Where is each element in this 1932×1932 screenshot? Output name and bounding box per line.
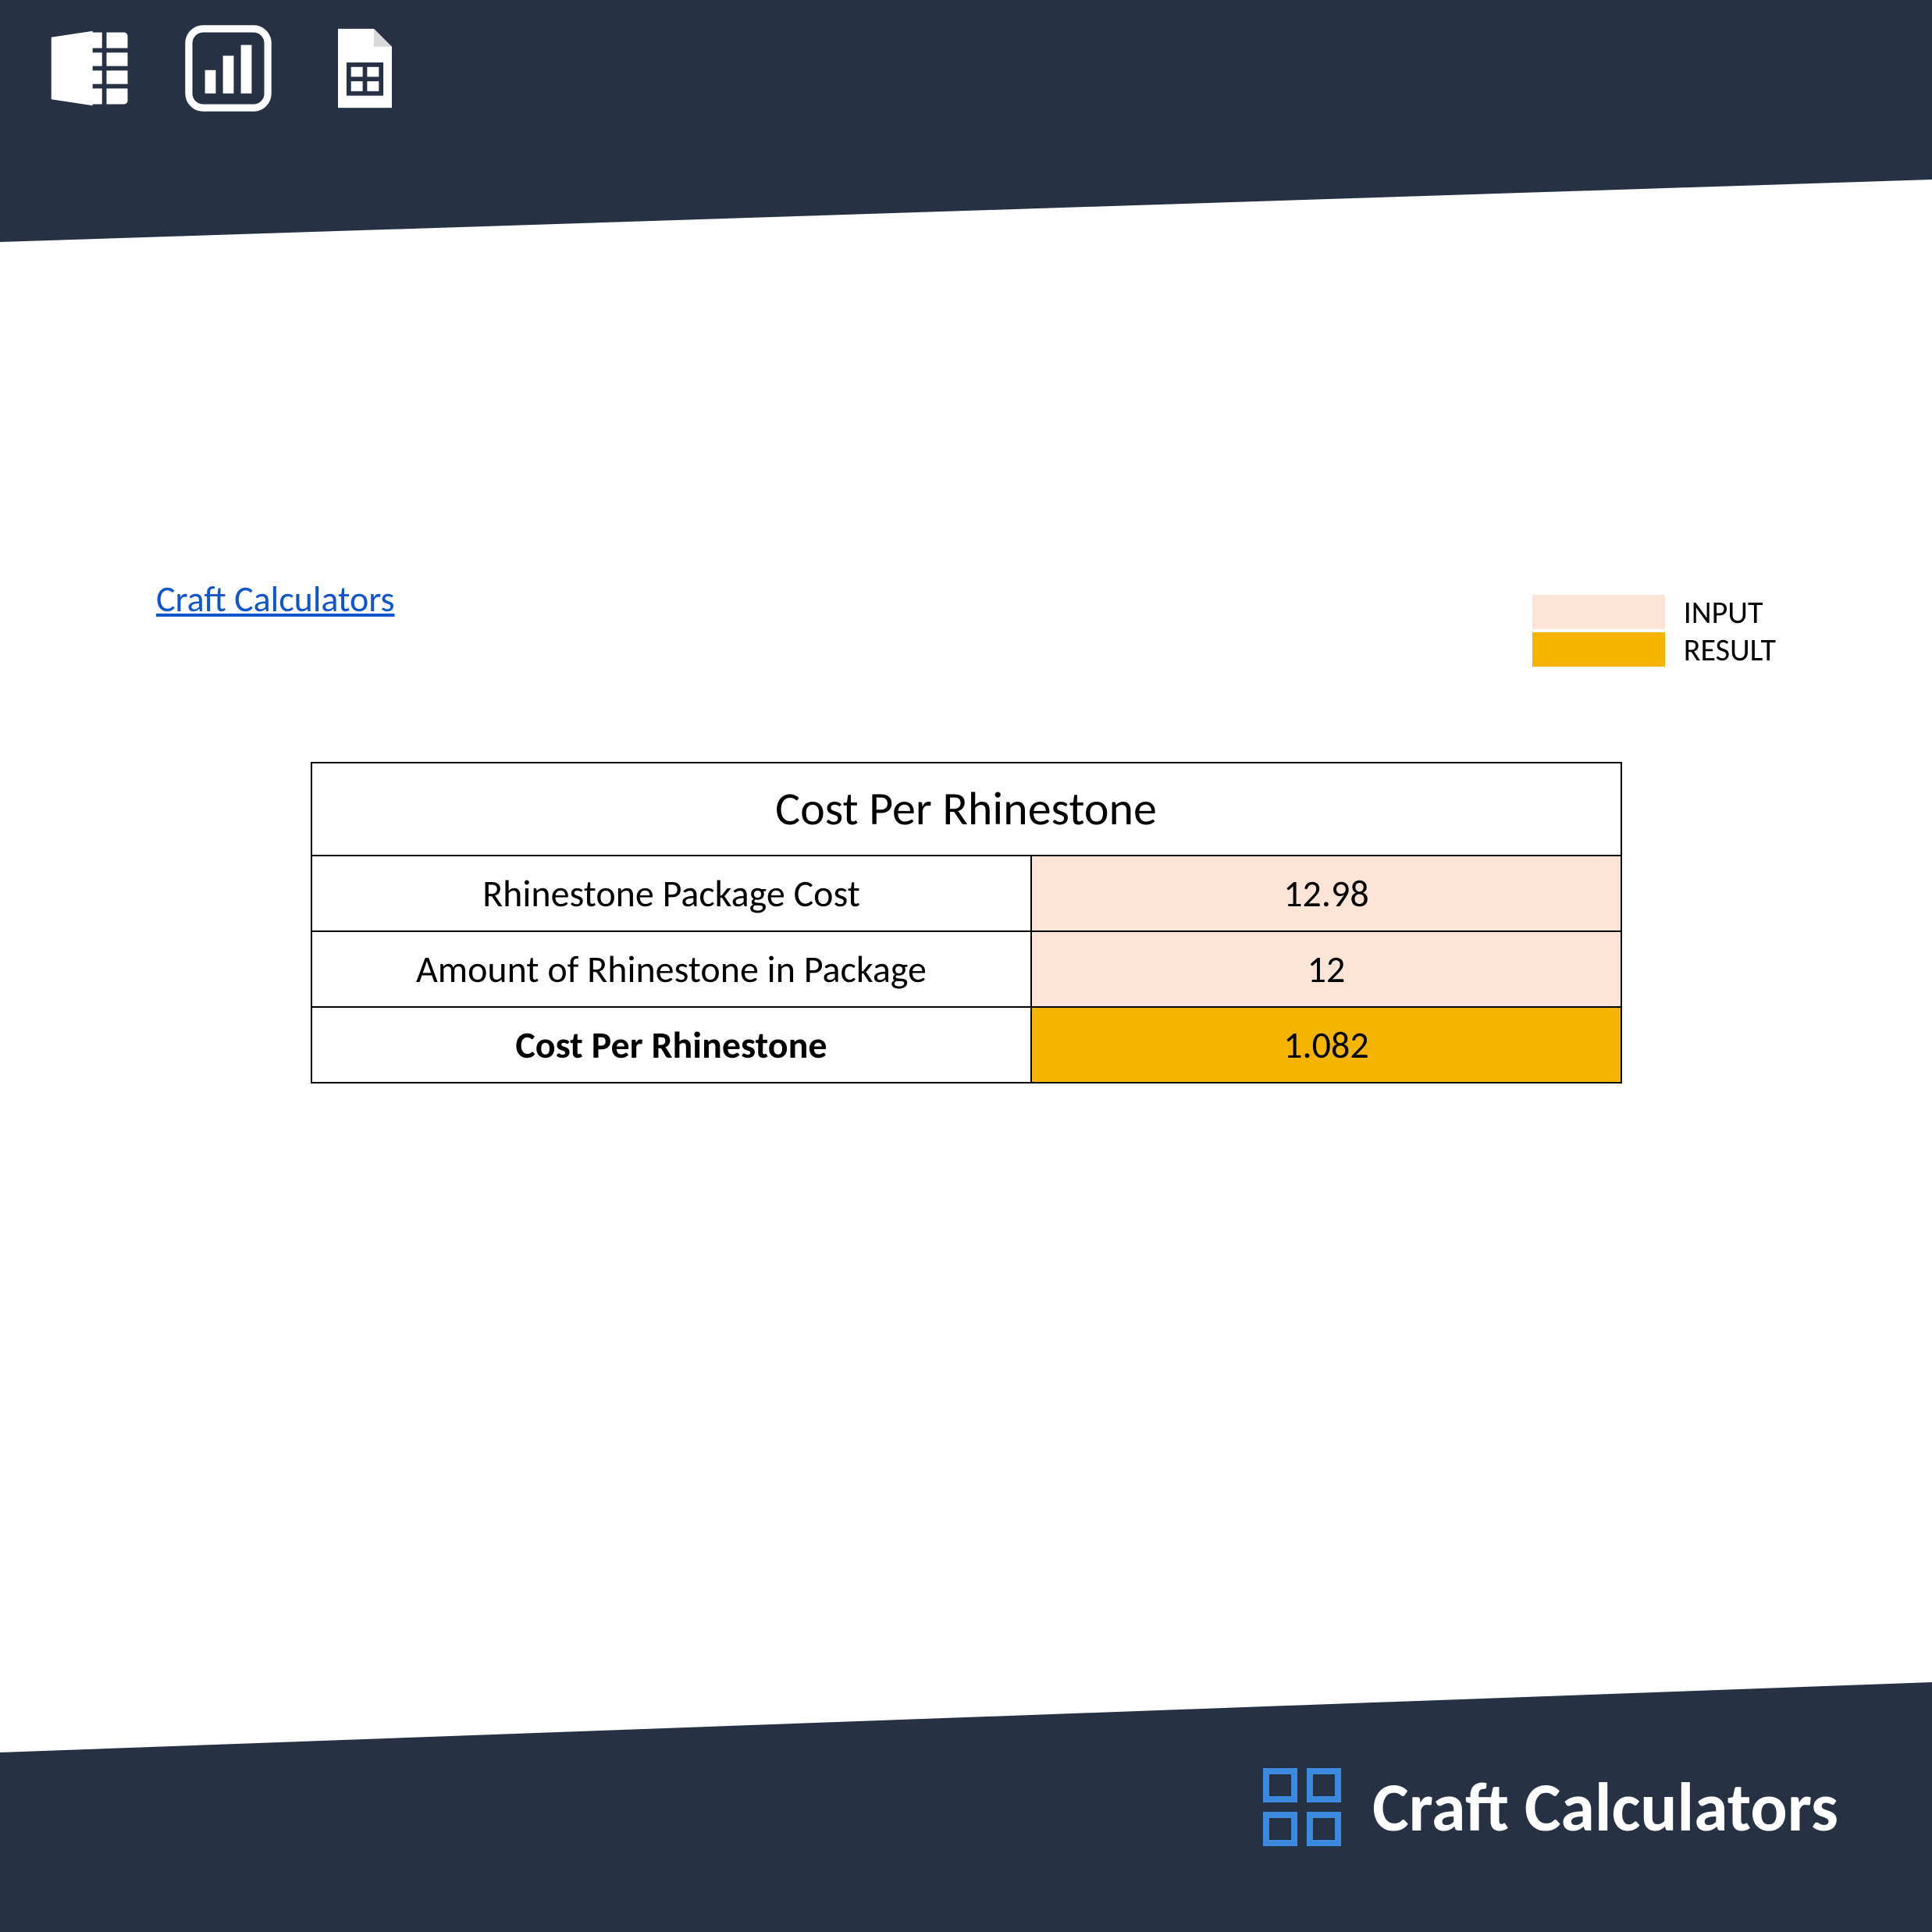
row-label: Rhinestone Package Cost [311,856,1032,931]
table-row: Rhinestone Package Cost 12.98 [311,856,1621,931]
legend-row-input: INPUT [1532,593,1776,631]
swatch-result [1532,632,1665,667]
swatch-input [1532,595,1665,629]
table-title: Cost Per Rhinestone [311,763,1621,856]
legend-label-result: RESULT [1684,631,1776,669]
document-body: Craft Calculators INPUT RESULT Cost Per … [0,242,1932,1083]
cost-per-rhinestone-table: Cost Per Rhinestone Rhinestone Package C… [311,762,1622,1083]
row-value-input[interactable]: 12 [1031,931,1621,1007]
footer-brand: Craft Calculators [1263,1765,1838,1849]
footer-brand-text: Craft Calculators [1372,1765,1838,1849]
row-value-input[interactable]: 12.98 [1031,856,1621,931]
sheets-icon [320,23,410,113]
row-value-result: 1.082 [1031,1007,1621,1083]
color-legend: INPUT RESULT [1532,593,1776,668]
table-row: Amount of Rhinestone in Package 12 [311,931,1621,1007]
top-banner: X [0,0,1932,242]
chart-icon [183,23,273,113]
row-label: Cost Per Rhinestone [311,1007,1032,1083]
svg-text:X: X [61,48,83,84]
table-row-result: Cost Per Rhinestone 1.082 [311,1007,1621,1083]
top-banner-icons: X [47,23,410,113]
row-label: Amount of Rhinestone in Package [311,931,1032,1007]
bottom-banner: Craft Calculators [0,1682,1932,1932]
footer-logo-icon [1263,1768,1341,1846]
legend-label-input: INPUT [1684,593,1763,632]
legend-row-result: RESULT [1532,631,1776,668]
craft-calculators-link[interactable]: Craft Calculators [156,578,394,621]
excel-icon: X [47,23,137,113]
